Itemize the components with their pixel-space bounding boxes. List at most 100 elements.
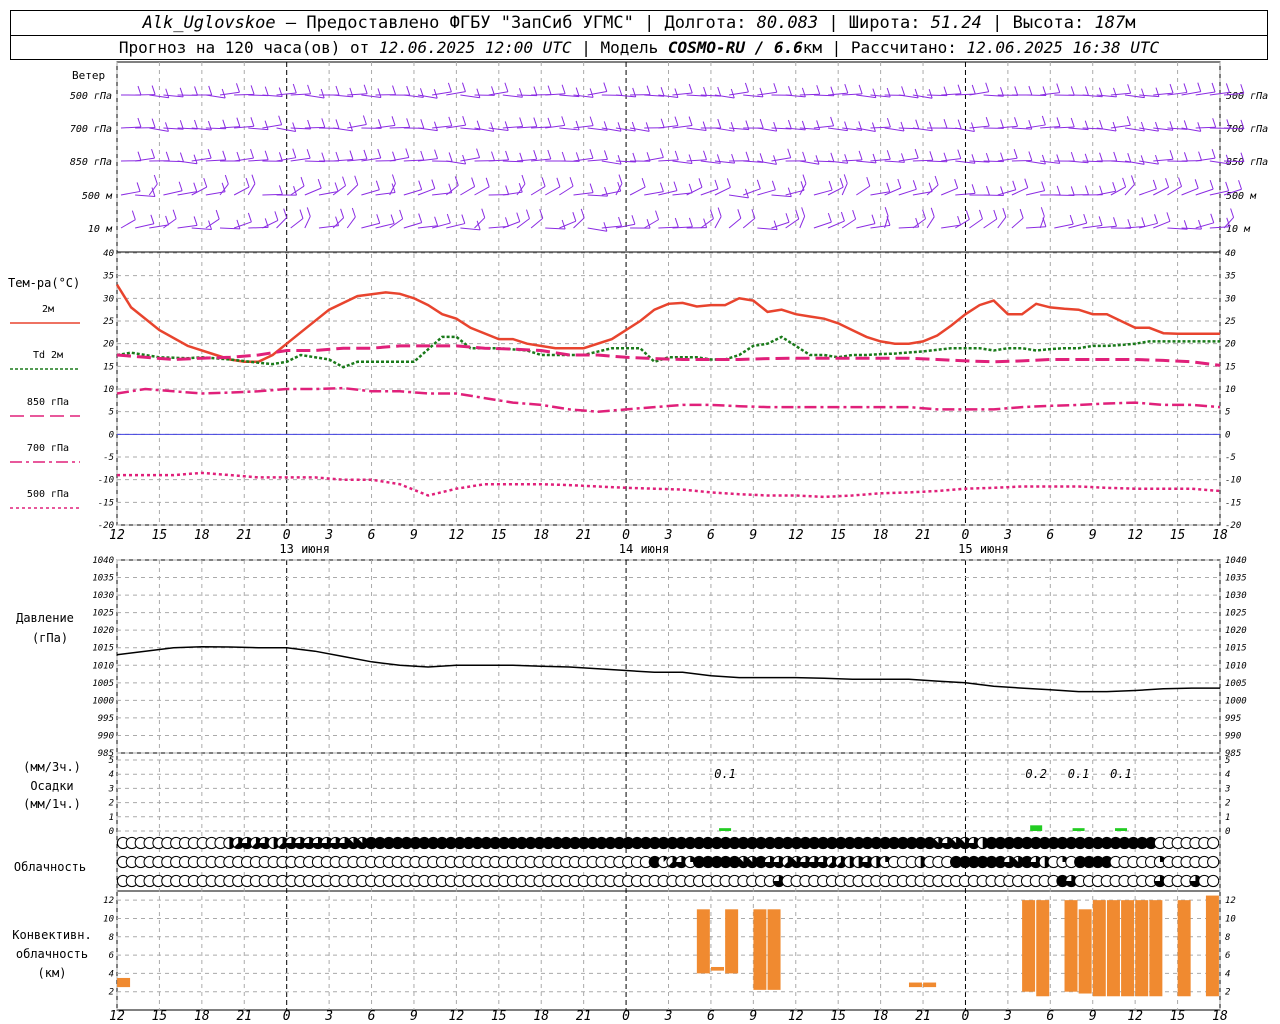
wind-barb-flag bbox=[1183, 83, 1188, 93]
wind-barb-flag bbox=[844, 83, 849, 94]
wind-barb-flag bbox=[351, 207, 356, 218]
wind-barb-flag bbox=[957, 149, 962, 159]
precip-label-2: 0.1 bbox=[1068, 767, 1090, 781]
wind-barb-flag bbox=[334, 182, 339, 192]
x-tick-lower: 18 bbox=[533, 1009, 549, 1024]
wind-barb bbox=[884, 160, 905, 163]
conv-axis-label-3: (км) bbox=[38, 966, 67, 980]
wind-barb bbox=[488, 91, 509, 96]
wind-barb-flag bbox=[589, 149, 594, 159]
x-tick-lower: 21 bbox=[915, 1009, 931, 1024]
wind-barb bbox=[587, 158, 608, 162]
temp-ytick-right: -10 bbox=[1225, 476, 1241, 486]
precip-ytick-right: 0 bbox=[1225, 827, 1230, 837]
wind-barb-flag bbox=[207, 148, 212, 159]
wind-barb bbox=[346, 216, 356, 229]
pressure-ytick-right: 1010 bbox=[1225, 661, 1247, 671]
conv-bar-14 bbox=[1121, 900, 1135, 997]
pressure-ytick-right: 1025 bbox=[1225, 609, 1247, 619]
wind-barb bbox=[446, 223, 465, 229]
wind-barb-flag bbox=[321, 152, 326, 162]
wind-level-left: 500 м bbox=[82, 191, 113, 202]
wind-barb-flag bbox=[431, 179, 436, 189]
wind-barb-flag bbox=[349, 121, 353, 132]
wind-barb-flag bbox=[278, 185, 283, 195]
wind-barb bbox=[714, 94, 735, 99]
wind-barb-flag bbox=[179, 152, 184, 162]
x-tick-upper: 6 bbox=[368, 528, 376, 543]
wind-barb bbox=[502, 191, 523, 196]
conv-bar-11 bbox=[1078, 909, 1092, 994]
wind-barb-flag bbox=[674, 116, 679, 126]
wind-barb bbox=[771, 194, 792, 198]
temp-ytick-left: -5 bbox=[103, 453, 114, 463]
pressure-ytick-right: 995 bbox=[1225, 714, 1241, 724]
wind-barb-flag bbox=[516, 212, 521, 222]
wind-barb bbox=[955, 219, 970, 229]
wind-barb-flag bbox=[1028, 85, 1033, 96]
wind-barb-flag bbox=[533, 86, 538, 96]
wind-barb-flag bbox=[744, 82, 749, 93]
wind-barb-flag bbox=[521, 174, 526, 185]
wind-barb-flag bbox=[1040, 207, 1045, 217]
wind-barb-flag bbox=[278, 87, 283, 97]
cloud-symbol bbox=[1207, 855, 1220, 869]
wind-barb-flag bbox=[245, 177, 250, 188]
wind-barb-flag bbox=[852, 209, 857, 220]
wind-barb bbox=[290, 218, 304, 229]
wind-barb-flag bbox=[236, 219, 241, 230]
wind-barb-flag bbox=[787, 148, 792, 158]
pressure-ytick-right: 1000 bbox=[1225, 696, 1247, 706]
wind-barb-flag bbox=[391, 116, 396, 126]
wind-barb-flag bbox=[448, 152, 453, 162]
wind-barb-flag bbox=[886, 117, 891, 128]
wind-barb-flag bbox=[929, 151, 934, 161]
wind-barb bbox=[1011, 217, 1024, 229]
wind-barb bbox=[955, 127, 975, 132]
wind-barb-flag bbox=[773, 83, 778, 93]
wind-barb bbox=[1025, 226, 1046, 229]
wind-barb bbox=[219, 183, 229, 196]
wind-barb-flag bbox=[1070, 86, 1075, 96]
wind-barb-flag bbox=[300, 176, 305, 187]
cloud-ring bbox=[1207, 855, 1220, 869]
wind-barb-flag bbox=[660, 87, 665, 97]
wind-barb bbox=[643, 219, 659, 229]
wind-level-left: 850 гПа bbox=[70, 157, 112, 168]
temp-ytick-left: 30 bbox=[102, 294, 114, 304]
wind-barb bbox=[856, 160, 877, 164]
wind-barb-flag bbox=[137, 85, 142, 96]
wind-barb-flag bbox=[505, 185, 510, 195]
wind-barb-flag bbox=[1099, 152, 1104, 162]
precip-ytick-left: 3 bbox=[108, 784, 114, 794]
wind-barb-flag bbox=[317, 178, 322, 189]
wind-barb bbox=[870, 126, 891, 129]
x-tick-lower: 21 bbox=[576, 1009, 592, 1024]
wind-barb bbox=[460, 186, 475, 196]
wind-barb bbox=[205, 94, 226, 99]
temp-ytick-left: 25 bbox=[103, 317, 114, 327]
wind-barb-flag bbox=[1113, 217, 1118, 227]
wind-barb-flag bbox=[688, 83, 693, 94]
pressure-ytick-right: 990 bbox=[1225, 731, 1241, 741]
x-tick-lower: 12 bbox=[449, 1009, 465, 1024]
conv-ytick-left: 10 bbox=[103, 914, 114, 924]
precip-ytick-left: 1 bbox=[109, 813, 114, 823]
wind-barb-flag bbox=[1070, 117, 1075, 128]
wind-barb bbox=[827, 186, 844, 196]
wind-barb bbox=[1096, 127, 1117, 132]
wind-barb bbox=[1011, 187, 1028, 196]
x-tick-upper: 6 bbox=[707, 528, 715, 543]
wind-barb-flag bbox=[871, 214, 876, 224]
conv-bar-15 bbox=[1135, 900, 1149, 997]
wind-barb-flag bbox=[688, 217, 693, 228]
wind-barb bbox=[191, 186, 208, 196]
wind-barb-flag bbox=[354, 175, 359, 185]
x-tick-lower: 3 bbox=[664, 1009, 673, 1024]
wind-barb-flag bbox=[221, 88, 226, 99]
wind-barb-flag bbox=[1154, 214, 1159, 224]
wind-barb-flag bbox=[349, 87, 354, 98]
x-tick-lower: 3 bbox=[324, 1009, 333, 1024]
wind-barb-flag bbox=[604, 150, 608, 160]
wind-barb-flag bbox=[250, 117, 255, 127]
